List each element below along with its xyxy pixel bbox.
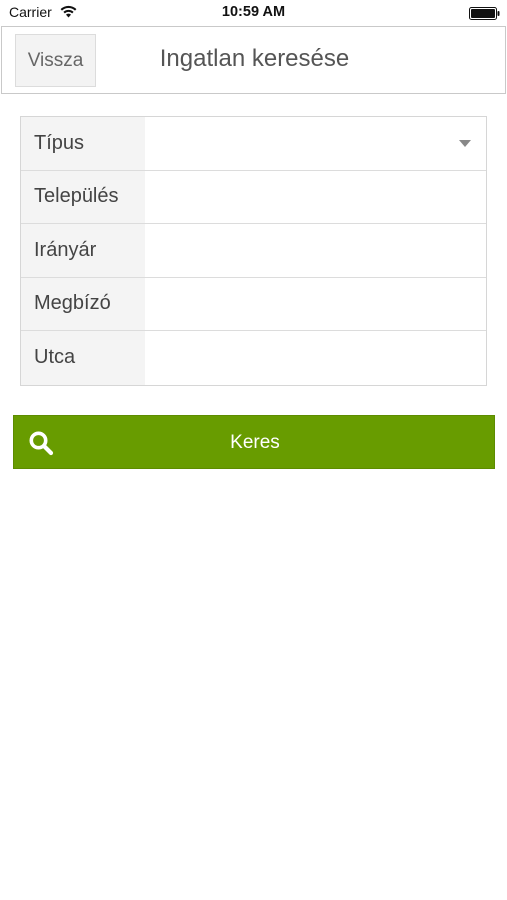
page-title: Ingatlan keresése: [159, 45, 350, 72]
tipus-select[interactable]: [145, 117, 486, 170]
utca-input[interactable]: [145, 331, 486, 385]
iranyar-label: Irányár: [21, 224, 145, 277]
form-row-utca: Utca: [21, 331, 486, 385]
telepules-label: Település: [21, 170, 145, 223]
utca-label: Utca: [21, 331, 145, 385]
form-row-tipus: Típus: [21, 117, 486, 171]
status-bar: Carrier 10:59 AM: [0, 0, 507, 26]
megbizo-input[interactable]: [145, 277, 486, 330]
search-form: Típus Település Irányár Megbízó Utca: [20, 116, 487, 386]
form-row-megbizo: Megbízó: [21, 277, 486, 331]
iranyar-input[interactable]: [145, 224, 486, 277]
megbizo-label: Megbízó: [21, 277, 145, 330]
form-row-iranyar: Irányár: [21, 224, 486, 278]
telepules-input[interactable]: [145, 170, 486, 223]
caret-down-icon: [459, 140, 471, 147]
battery-icon: [469, 7, 500, 20]
search-button-label: Keres: [230, 432, 280, 453]
search-button[interactable]: Keres: [13, 415, 495, 469]
form-row-telepules: Település: [21, 170, 486, 224]
navigation-header: Vissza Ingatlan keresése: [1, 26, 506, 94]
tipus-label: Típus: [21, 117, 145, 170]
clock: 10:59 AM: [221, 4, 286, 20]
